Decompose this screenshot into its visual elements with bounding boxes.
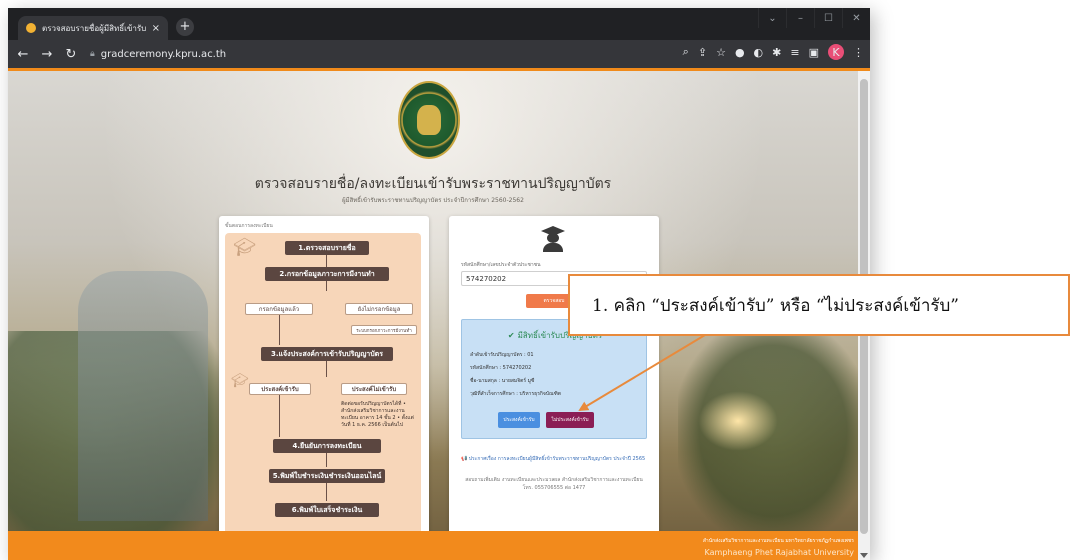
zoom-icon[interactable]: ⌕ bbox=[683, 45, 689, 59]
graduate-cap-shape bbox=[541, 226, 565, 236]
tab-title: ตรวจสอบรายชื่อผู้มีสิทธิ์เข้ารับพร bbox=[42, 23, 146, 33]
step-3-box: 3.แจ้งประสงค์การเข้ารับปริญญาบัตร bbox=[261, 347, 393, 361]
step-5-box: 5.พิมพ์ใบชำระเงินชำระเงินออนไลน์ bbox=[269, 469, 385, 483]
page-footer: สำนักส่งเสริมวิชาการและงานทะเบียน มหาวิท… bbox=[8, 531, 858, 560]
browser-tab[interactable]: ตรวจสอบรายชื่อผู้มีสิทธิ์เข้ารับพร × bbox=[18, 16, 168, 40]
graduate-avatar-icon bbox=[541, 226, 565, 252]
forward-icon[interactable]: → bbox=[38, 47, 56, 62]
footer-english-text: Kamphaeng Phet Rajabhat University bbox=[704, 548, 854, 557]
browser-toolbar: ← → ↻ ⌂ 🔒︎ gradceremony.kpru.ac.th ⌕ ⇪ ☆… bbox=[8, 40, 870, 68]
student-id-label: รหัสนักศึกษา/เลขประจำตัวประชาชน bbox=[461, 262, 541, 268]
profile-icon[interactable]: K bbox=[828, 44, 844, 60]
contact-info: สอบถามเพิ่มเติม งานทะเบียนและประมวลผล สำ… bbox=[461, 476, 647, 492]
extension-icon[interactable]: ◐ bbox=[754, 46, 764, 59]
flow-arrow bbox=[279, 395, 280, 437]
flow-arrow bbox=[326, 361, 327, 377]
address-bar[interactable]: 🔒︎ gradceremony.kpru.ac.th bbox=[90, 44, 730, 64]
close-tab-icon[interactable]: × bbox=[152, 23, 160, 34]
step-1-box: 1.ตรวจสอบรายชื่อ bbox=[285, 241, 369, 255]
back-icon[interactable]: ← bbox=[14, 47, 32, 62]
tab-bar: ตรวจสอบรายชื่อผู้มีสิทธิ์เข้ารับพร × + ⌄… bbox=[8, 8, 870, 40]
minimize-button[interactable]: – bbox=[786, 8, 814, 28]
page-subtitle: ผู้มีสิทธิ์เข้ารับพระราชทานปริญญาบัตร ปร… bbox=[342, 197, 524, 204]
flow-arrow bbox=[326, 483, 327, 501]
option-accept-box: ประสงค์เข้ารับ bbox=[249, 383, 311, 395]
footer-thai-text: สำนักส่งเสริมวิชาการและงานทะเบียน มหาวิท… bbox=[702, 538, 854, 544]
contact-line: สอบถามเพิ่มเติม งานทะเบียนและประมวลผล สำ… bbox=[465, 477, 643, 483]
reading-list-icon[interactable]: ≡ bbox=[790, 46, 799, 59]
steps-flowchart: 🎓︎ 1.ตรวจสอบรายชื่อ 2.กรอกข้อมูลภาวะการม… bbox=[225, 233, 421, 543]
step-4-box: 4.ยืนยันการลงทะเบียน bbox=[273, 439, 381, 453]
graduate-body-shape bbox=[543, 243, 563, 252]
background-building bbox=[78, 271, 208, 521]
annotation-text: 1. คลิก “ประสงค์เข้ารับ” หรือ “ไม่ประสงค… bbox=[592, 295, 959, 316]
lock-icon[interactable]: 🔒︎ bbox=[90, 49, 95, 59]
check-mark-icon: ✔ bbox=[507, 331, 515, 340]
new-tab-button[interactable]: + bbox=[176, 18, 194, 36]
screenshot-stage: ตรวจสอบรายชื่อผู้มีสิทธิ์เข้ารับพร × + ⌄… bbox=[0, 0, 1072, 560]
flow-arrow bbox=[326, 453, 327, 467]
sidepanel-icon[interactable]: ▣ bbox=[809, 46, 819, 59]
logo-emblem bbox=[417, 105, 441, 135]
menu-icon[interactable]: ⋮ bbox=[853, 46, 864, 59]
toolbar-icons: ⌕ ⇪ ☆ ● ◐ ✱ ≡ ▣ K ⋮ bbox=[683, 44, 864, 60]
registration-steps-panel: ขั้นตอนการลงทะเบียน 🎓︎ 1.ตรวจสอบรายชื่อ … bbox=[219, 216, 429, 550]
page-title: ตรวจสอบรายชื่อ/ลงทะเบียนเข้ารับพระราชทาน… bbox=[254, 176, 612, 192]
branch-not-done-box: ยังไม่กรอกข้อมูล bbox=[345, 303, 413, 315]
bookmark-star-icon[interactable]: ☆ bbox=[716, 46, 726, 59]
flow-arrow bbox=[279, 315, 280, 345]
favicon-icon bbox=[26, 23, 36, 33]
graduate-name: ชื่อ-นามสกุล : นายสมจิตร์ มูซี bbox=[470, 378, 535, 384]
graduation-cap-icon: 🎓︎ bbox=[231, 373, 249, 389]
option-decline-box: ประสงค์ไม่เข้ารับ bbox=[341, 383, 407, 395]
eligibility-result-box: ✔ มีสิทธิ์เข้ารับปริญญาบัตร ลำดับเข้ารับป… bbox=[461, 319, 647, 439]
branch-system-box: ระบบกรอกภาวะการมีงานทำ bbox=[351, 325, 417, 335]
graduate-order: ลำดับเข้ารับปริญญาบัตร : 01 bbox=[470, 352, 534, 358]
step-2-box: 2.กรอกข้อมูลภาวะการมีงานทำ bbox=[265, 267, 389, 281]
flow-arrow bbox=[326, 281, 327, 291]
puzzle-icon[interactable]: ✱ bbox=[772, 46, 781, 59]
announcement-link[interactable]: 📢 ประกาศเรื่อง การลงทะเบียนผู้มีสิทธิ์เข… bbox=[461, 456, 647, 463]
share-icon[interactable]: ⇪ bbox=[698, 46, 707, 59]
background-sunlight bbox=[698, 391, 778, 451]
decline-note: ติดต่อขอรับปริญญาบัตรได้ที่ • สำนักส่งเส… bbox=[341, 401, 414, 428]
accept-attendance-button[interactable]: ประสงค์เข้ารับ bbox=[498, 412, 540, 428]
annotation-callout: 1. คลิก “ประสงค์เข้ารับ” หรือ “ไม่ประสงค… bbox=[568, 274, 1070, 336]
branch-done-box: กรอกข้อมูลแล้ว bbox=[245, 303, 313, 315]
graduate-degree: วุฒิที่สำเร็จการศึกษา : บริหารธุรกิจบัณฑ… bbox=[470, 391, 562, 397]
check-name-panel: รหัสนักศึกษา/เลขประจำตัวประชาชน 57427020… bbox=[449, 216, 659, 550]
maximize-button[interactable]: ☐ bbox=[814, 8, 842, 28]
step-6-box: 6.พิมพ์ใบเสร็จชำระเงิน bbox=[275, 503, 379, 517]
tab-search-icon[interactable]: ⌄ bbox=[758, 8, 786, 28]
flow-arrow bbox=[326, 255, 327, 267]
university-logo bbox=[398, 81, 460, 159]
contact-phone: โทร. 055706555 ต่อ 1477 bbox=[522, 485, 586, 491]
graduate-student-id: รหัสนักศึกษา : 574270202 bbox=[470, 365, 532, 371]
graduation-cap-icon: 🎓︎ bbox=[233, 237, 256, 258]
decline-attendance-button[interactable]: ไม่ประสงค์เข้ารับ bbox=[546, 412, 594, 428]
steps-heading: ขั้นตอนการลงทะเบียน bbox=[225, 223, 273, 229]
extension-icon[interactable]: ● bbox=[735, 46, 745, 59]
close-window-button[interactable]: ✕ bbox=[842, 8, 870, 28]
window-controls: ⌄ – ☐ ✕ bbox=[758, 8, 870, 28]
scroll-down-arrow-icon[interactable] bbox=[860, 553, 868, 558]
reload-icon[interactable]: ↻ bbox=[62, 47, 80, 62]
url-text[interactable]: gradceremony.kpru.ac.th bbox=[101, 49, 226, 60]
